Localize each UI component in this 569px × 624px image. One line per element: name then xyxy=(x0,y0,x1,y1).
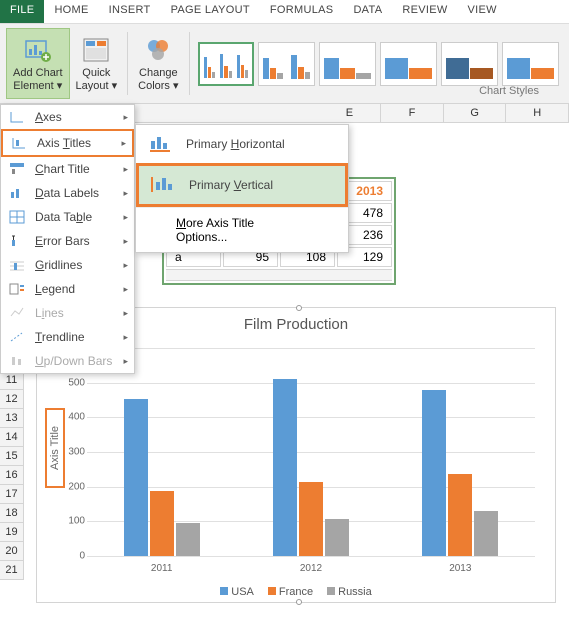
y-axis: 0100200300400500600 xyxy=(59,348,85,556)
chart-style-3[interactable] xyxy=(319,42,376,86)
data-table-icon xyxy=(9,210,27,224)
primary-horizontal-icon xyxy=(148,135,176,153)
ribbon-tabs: FILE HOME INSERT PAGE LAYOUT FORMULAS DA… xyxy=(0,0,569,24)
legend-item[interactable]: France xyxy=(268,586,313,598)
x-category: 2012 xyxy=(236,563,385,574)
menu-data-table[interactable]: Data Table▸ xyxy=(1,205,134,229)
menu-trendline[interactable]: Trendline▸ xyxy=(1,325,134,349)
plot-area[interactable]: 0100200300400500600 201120122013 xyxy=(87,348,535,556)
chart-legend[interactable]: USA France Russia xyxy=(37,586,555,598)
col-header-f[interactable]: F xyxy=(381,104,444,122)
tab-page-layout[interactable]: PAGE LAYOUT xyxy=(161,0,260,23)
row-header[interactable]: 20 xyxy=(0,542,24,561)
menu-axes[interactable]: Axes▸ xyxy=(1,105,134,129)
x-category: 2013 xyxy=(386,563,535,574)
tab-file[interactable]: FILE xyxy=(0,0,44,23)
row-header[interactable]: 16 xyxy=(0,466,24,485)
quick-layout-label: QuickLayout ▾ xyxy=(76,67,118,91)
quick-layout-icon xyxy=(81,35,111,65)
chart-style-5[interactable] xyxy=(441,42,498,86)
tab-data[interactable]: DATA xyxy=(343,0,392,23)
chart-style-1[interactable] xyxy=(198,42,255,86)
bar[interactable] xyxy=(150,491,174,556)
add-chart-element-label: Add ChartElement ▾ xyxy=(13,67,63,91)
chart-styles-label: Chart Styles xyxy=(479,85,539,97)
submenu-primary-vertical[interactable]: Primary Vertical xyxy=(136,163,348,207)
menu-data-labels[interactable]: Data Labels▸ xyxy=(1,181,134,205)
bar[interactable] xyxy=(299,482,323,556)
menu-lines: Lines▸ xyxy=(1,301,134,325)
y-tick: 100 xyxy=(68,516,85,527)
row-header[interactable]: 15 xyxy=(0,447,24,466)
col-header-g[interactable]: G xyxy=(444,104,507,122)
error-bars-icon xyxy=(9,234,27,248)
tab-home[interactable]: HOME xyxy=(44,0,98,23)
change-colors-icon xyxy=(143,35,173,65)
col-header-h[interactable]: H xyxy=(506,104,569,122)
chart-style-2[interactable] xyxy=(258,42,315,86)
tab-review[interactable]: REVIEW xyxy=(392,0,457,23)
data-labels-icon xyxy=(9,186,27,200)
gridlines-icon xyxy=(9,258,27,272)
x-category: 2011 xyxy=(87,563,236,574)
bar-group: 2012 xyxy=(236,348,385,556)
legend-item[interactable]: USA xyxy=(220,586,254,598)
row-header[interactable]: 14 xyxy=(0,428,24,447)
chart-style-6[interactable] xyxy=(502,42,559,86)
primary-vertical-icon xyxy=(151,176,179,194)
menu-error-bars[interactable]: Error Bars▸ xyxy=(1,229,134,253)
axis-titles-icon xyxy=(11,136,29,150)
menu-updown-bars: Up/Down Bars▸ xyxy=(1,349,134,373)
tab-formulas[interactable]: FORMULAS xyxy=(260,0,344,23)
add-chart-element-menu: Axes▸ Axis Titles▸ Chart Title▸ Data Lab… xyxy=(0,104,135,374)
legend-icon xyxy=(9,282,27,296)
row-header[interactable]: 18 xyxy=(0,504,24,523)
row-header[interactable]: 13 xyxy=(0,409,24,428)
change-colors-button[interactable]: ChangeColors ▾ xyxy=(132,28,184,99)
bar-group: 2013 xyxy=(386,348,535,556)
lines-icon xyxy=(9,306,27,320)
submenu-label: Primary Vertical xyxy=(189,178,273,192)
tab-view[interactable]: VIEW xyxy=(458,0,507,23)
bar[interactable] xyxy=(176,523,200,556)
legend-item[interactable]: Russia xyxy=(327,586,372,598)
submenu-more-options[interactable]: More Axis Title Options... xyxy=(136,207,348,252)
menu-chart-title[interactable]: Chart Title▸ xyxy=(1,157,134,181)
bar[interactable] xyxy=(124,399,148,556)
menu-legend[interactable]: Legend▸ xyxy=(1,277,134,301)
bar[interactable] xyxy=(448,474,472,556)
menu-gridlines[interactable]: Gridlines▸ xyxy=(1,253,134,277)
add-chart-element-button[interactable]: Add ChartElement ▾ xyxy=(6,28,70,99)
row-header[interactable]: 19 xyxy=(0,523,24,542)
axis-titles-submenu: Primary Horizontal Primary Vertical More… xyxy=(135,124,349,253)
bar-group: 2011 xyxy=(87,348,236,556)
chart-title-icon xyxy=(9,162,27,176)
row-header[interactable]: 12 xyxy=(0,390,24,409)
y-tick: 400 xyxy=(68,412,85,423)
y-tick: 200 xyxy=(68,481,85,492)
updown-icon xyxy=(9,354,27,368)
axes-icon xyxy=(9,110,27,124)
quick-layout-button[interactable]: QuickLayout ▾ xyxy=(70,28,124,99)
submenu-primary-horizontal[interactable]: Primary Horizontal xyxy=(136,125,348,163)
submenu-label: Primary Horizontal xyxy=(186,137,285,151)
bar[interactable] xyxy=(422,390,446,556)
chart-style-4[interactable] xyxy=(380,42,437,86)
bar[interactable] xyxy=(273,379,297,556)
col-header-e[interactable]: E xyxy=(319,104,382,122)
row-header[interactable]: 17 xyxy=(0,485,24,504)
tab-insert[interactable]: INSERT xyxy=(99,0,161,23)
row-header[interactable]: 21 xyxy=(0,561,24,580)
change-colors-label: ChangeColors ▾ xyxy=(138,67,178,91)
trendline-icon xyxy=(9,330,27,344)
y-tick: 0 xyxy=(79,551,85,562)
bar[interactable] xyxy=(325,519,349,556)
y-tick: 300 xyxy=(68,447,85,458)
bar[interactable] xyxy=(474,511,498,556)
y-tick: 500 xyxy=(68,377,85,388)
menu-axis-titles[interactable]: Axis Titles▸ xyxy=(1,129,134,157)
bars-area: 201120122013 xyxy=(87,348,535,556)
add-chart-element-icon xyxy=(23,35,53,65)
